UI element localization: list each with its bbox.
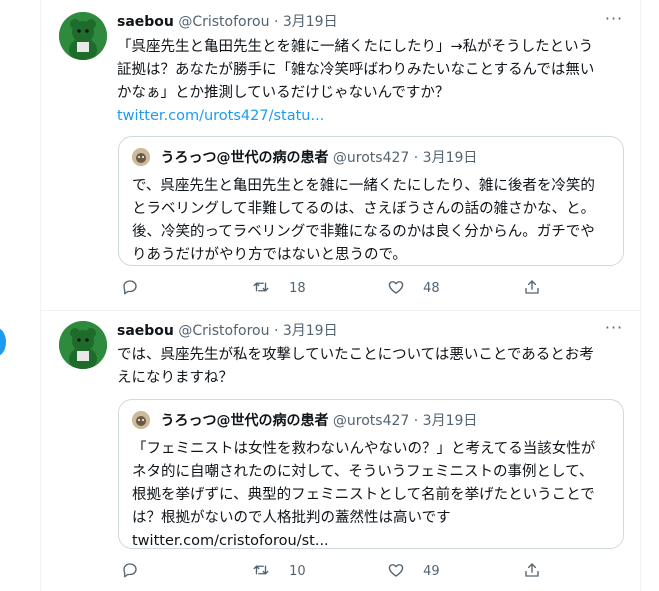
share-button[interactable] (523, 278, 541, 298)
quoted-text-line: は？根拠がないので人格批判の蓋然性は高いです (132, 510, 451, 526)
like-button[interactable]: 49 (387, 561, 440, 581)
tweet[interactable]: saebou @Cristoforou · 3月19日 ··· では、呉座先生が… (41, 311, 640, 591)
tweet-header: saebou @Cristoforou · 3月19日 (117, 12, 338, 32)
heart-icon (387, 564, 409, 579)
quoted-text-line: 後、冷笑的ってラベリングで非難になるのかは良く分からん。ガチでや (132, 224, 595, 240)
tweet-text-line: では、呉座先生が私を攻撃していたことについては悪いことであるとお考 (117, 347, 594, 363)
quoted-text-line: りあうだけがやり方ではないと思うので。 (132, 247, 407, 263)
reply-button[interactable] (121, 561, 139, 581)
tweet-header: saebou @Cristoforou · 3月19日 (117, 321, 338, 341)
share-button[interactable] (523, 561, 541, 581)
retweet-count: 10 (289, 564, 306, 579)
tweet-date[interactable]: 3月19日 (283, 14, 338, 30)
avatar[interactable] (59, 321, 107, 369)
retweet-icon (251, 564, 275, 579)
more-icon[interactable]: ··· (604, 320, 624, 341)
quoted-author-name: うろっつ@世代の病の患者 (160, 413, 329, 429)
quoted-author-name: うろっつ@世代の病の患者 (160, 150, 329, 166)
header-separator: · (273, 14, 279, 30)
avatar[interactable] (59, 12, 107, 60)
more-icon[interactable]: ··· (604, 11, 624, 32)
quoted-separator: · (413, 150, 419, 166)
tweet-actions: 10 49 (117, 561, 627, 581)
timeline-right-border (640, 0, 641, 591)
retweet-button[interactable]: 18 (251, 278, 306, 298)
author-name[interactable]: saebou (117, 14, 174, 30)
quoted-tweet-text: で、呉座先生と亀田先生とを雑に一緒くたにしたり、雑に後者を冷笑的 とラベリングし… (132, 175, 614, 267)
compose-button-edge[interactable] (0, 328, 6, 356)
quoted-separator: · (413, 413, 419, 429)
quoted-text-line: 根拠を挙げずに、典型的フェミニストとして名前を挙げたということで (132, 487, 595, 503)
like-button[interactable]: 48 (387, 278, 440, 298)
reply-button[interactable] (121, 278, 139, 298)
quoted-tweet-header: うろっつ@世代の病の患者 @urots427 · 3月19日 (132, 410, 477, 432)
quoted-avatar (132, 411, 150, 429)
quoted-date: 3月19日 (422, 413, 478, 429)
quoted-tweet-header: うろっつ@世代の病の患者 @urots427 · 3月19日 (132, 147, 477, 169)
quoted-text-line: twitter.com/cristoforou/st... (132, 533, 329, 549)
tweet-text-line: かなぁ」とか推測しているだけじゃないんですか？ (117, 85, 450, 101)
quoted-avatar (132, 148, 150, 166)
tweet-text-line: 「呉座先生と亀田先生とを雑に一緒くたにしたり」→私がそうしたという (117, 39, 594, 55)
tweet-text-line: えになりますね？ (117, 370, 233, 386)
reply-icon (121, 280, 139, 296)
author-handle[interactable]: @Cristoforou (178, 14, 269, 30)
tweet[interactable]: saebou @Cristoforou · 3月19日 ··· 「呉座先生と亀田… (41, 0, 640, 310)
share-icon (523, 280, 541, 296)
author-handle[interactable]: @Cristoforou (178, 323, 269, 339)
reply-icon (121, 563, 139, 579)
author-name[interactable]: saebou (117, 323, 174, 339)
header-separator: · (273, 323, 279, 339)
quoted-date: 3月19日 (422, 150, 478, 166)
quoted-tweet[interactable]: うろっつ@世代の病の患者 @urots427 · 3月19日 で、呉座先生と亀田… (118, 136, 624, 266)
retweet-button[interactable]: 10 (251, 561, 306, 581)
tweet-text-line: 証拠は？あなたが勝手に「雑な冷笑呼ばわりみたいなことするんでは無い (117, 62, 595, 78)
like-count: 49 (423, 564, 440, 579)
tweet-link[interactable]: twitter.com/urots427/statu... (117, 105, 627, 128)
tweet-date[interactable]: 3月19日 (283, 323, 338, 339)
tweet-text: では、呉座先生が私を攻撃していたことについては悪いことであるとお考 えになります… (117, 344, 627, 390)
quoted-tweet-text: 「フェミニストは女性を救わないんやないの？」と考えてる当該女性が ネタ的に自嘲さ… (132, 438, 614, 553)
heart-icon (387, 281, 409, 296)
retweet-icon (251, 281, 275, 296)
quoted-tweet[interactable]: うろっつ@世代の病の患者 @urots427 · 3月19日 「フェミニストは女… (118, 399, 624, 549)
quoted-text-line: で、呉座先生と亀田先生とを雑に一緒くたにしたり、雑に後者を冷笑的 (132, 178, 595, 194)
tweet-text: 「呉座先生と亀田先生とを雑に一緒くたにしたり」→私がそうしたという 証拠は？あな… (117, 36, 627, 128)
like-count: 48 (423, 281, 440, 296)
quoted-text-line: ネタ的に自嘲されたのに対して、そういうフェミニストの事例として、 (132, 464, 594, 480)
quoted-author-handle: @urots427 (332, 150, 410, 166)
quoted-author-handle: @urots427 (332, 413, 410, 429)
share-icon (523, 563, 541, 579)
retweet-count: 18 (289, 281, 306, 296)
quoted-text-line: 「フェミニストは女性を救わないんやないの？」と考えてる当該女性が (132, 441, 596, 457)
tweet-actions: 18 48 (117, 278, 627, 298)
quoted-text-line: とラベリングして非難してるのは、さえぼうさんの話の雑さかな、と。 (132, 201, 596, 217)
